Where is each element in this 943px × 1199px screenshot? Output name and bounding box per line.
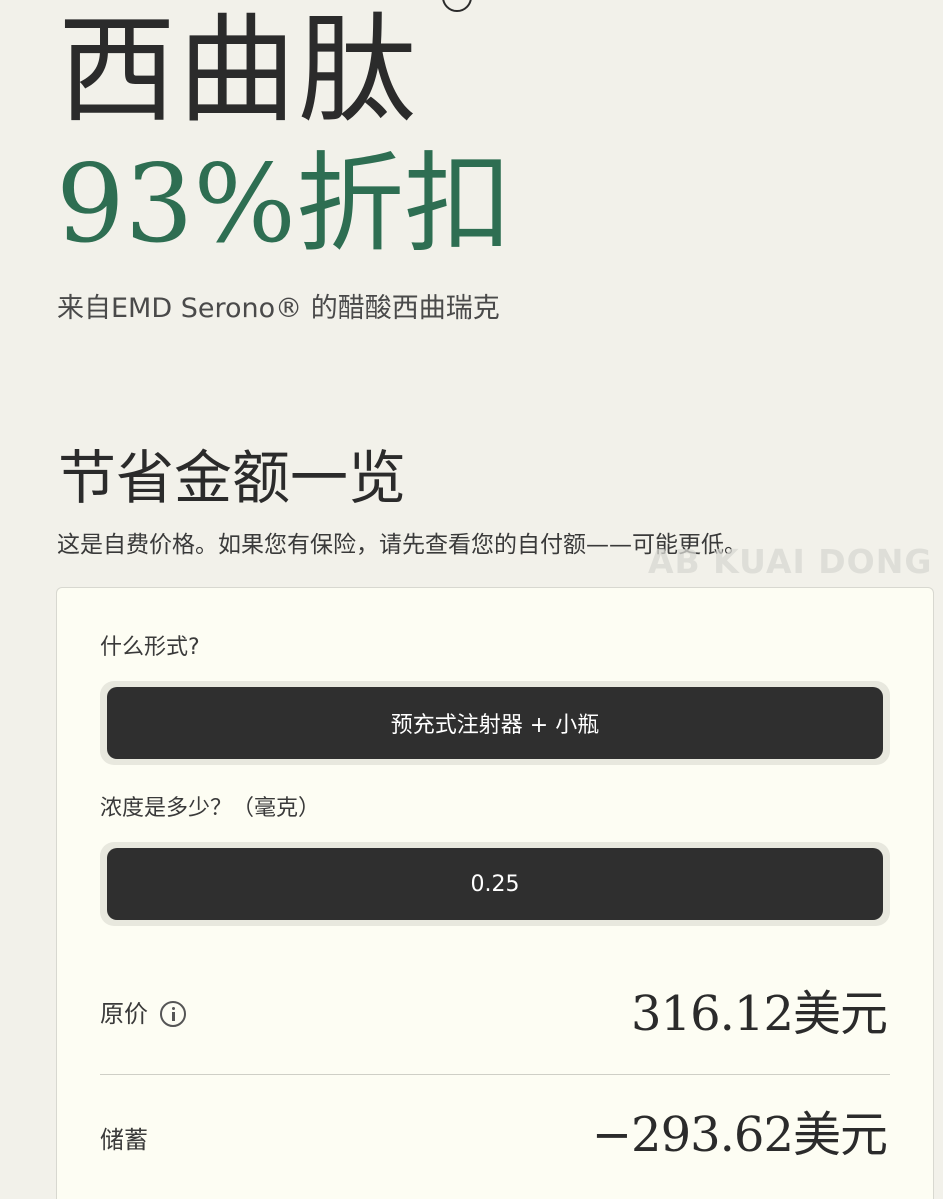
savings-value: −293.62美元 <box>591 1107 888 1163</box>
savings-section-title: 节省金额一览 <box>58 444 407 512</box>
form-label: 什么形式? <box>100 635 200 660</box>
registered-mark-icon <box>442 0 472 12</box>
form-select-button[interactable]: 预充式注射器 + 小瓶 <box>107 687 883 759</box>
dose-select-wrapper: 0.25 <box>100 842 890 926</box>
self-pay-note: 这是自费价格。如果您有保险，请先查看您的自付额——可能更低。 <box>57 532 747 558</box>
savings-label: 储蓄 <box>100 1126 148 1154</box>
drug-subtitle: 来自EMD Serono® 的醋酸西曲瑞克 <box>57 293 500 324</box>
info-icon[interactable] <box>160 1001 186 1027</box>
original-price-label: 原价 <box>100 1000 148 1028</box>
pricing-card: 什么形式? 预充式注射器 + 小瓶 浓度是多少？（毫克） 0.25 原价 316… <box>56 587 934 1199</box>
page: 西曲肽 93%折扣 来自EMD Serono® 的醋酸西曲瑞克 节省金额一览 这… <box>0 0 943 1199</box>
drug-title: 西曲肽 <box>58 1 419 139</box>
original-price-value: 316.12美元 <box>631 986 888 1042</box>
divider <box>100 1074 890 1075</box>
discount-heading: 93%折扣 <box>56 142 513 267</box>
original-price-row-label: 原价 <box>100 997 186 1031</box>
dose-label: 浓度是多少？（毫克） <box>100 796 321 821</box>
dose-select-button[interactable]: 0.25 <box>107 848 883 920</box>
form-select-wrapper: 预充式注射器 + 小瓶 <box>100 681 890 765</box>
watermark: AB KUAI DONG <box>648 542 933 581</box>
